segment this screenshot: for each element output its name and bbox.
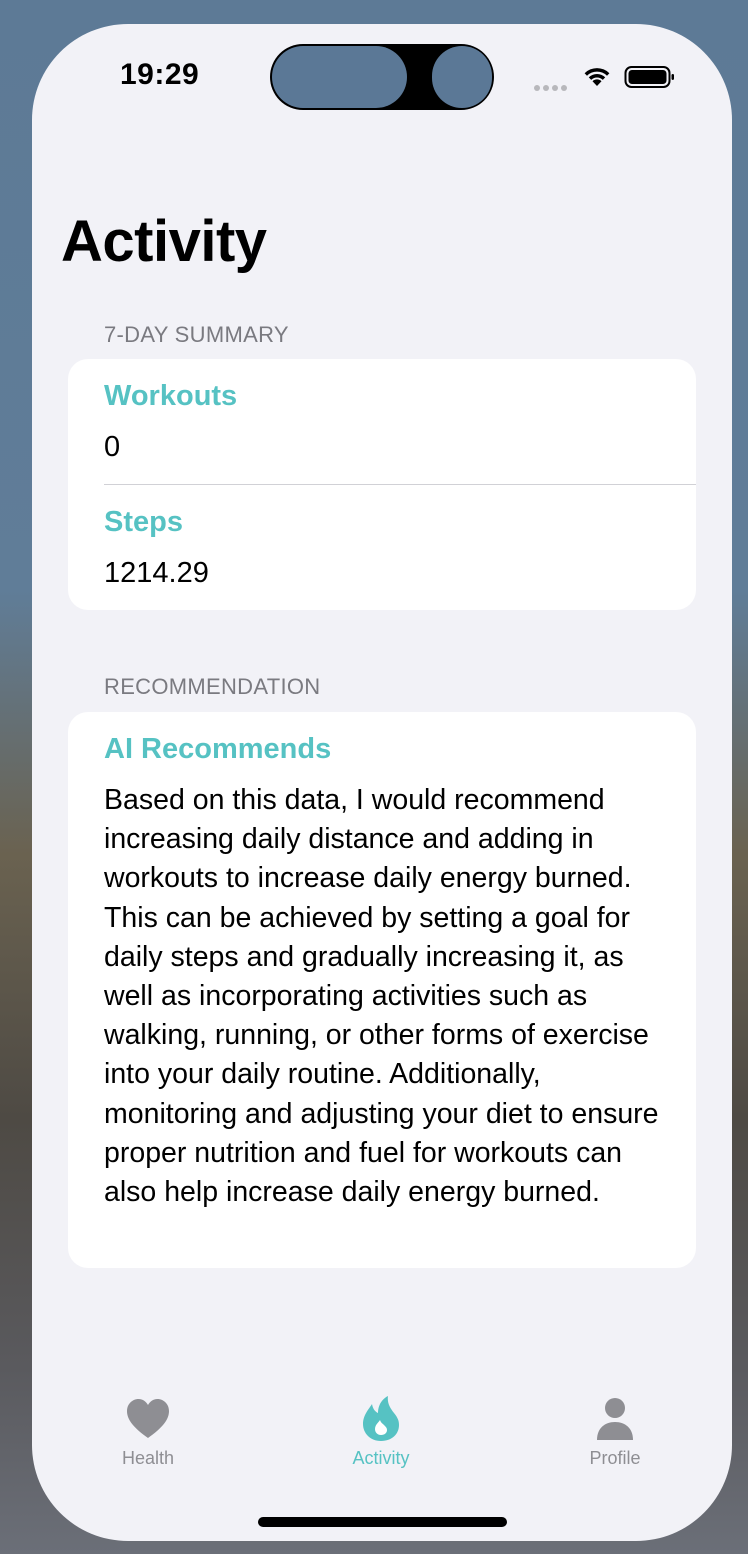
row-divider: [104, 484, 696, 485]
tab-health[interactable]: Health: [68, 1394, 228, 1469]
steps-label: Steps: [104, 506, 183, 538]
tab-bar: Health Activity Profile: [32, 1394, 732, 1484]
person-icon: [597, 1398, 633, 1440]
page-title: Activity: [61, 209, 267, 274]
steps-value: 1214.29: [104, 557, 209, 589]
flame-icon: [363, 1396, 399, 1441]
signal-dots-icon: [534, 78, 570, 96]
workouts-label: Workouts: [104, 380, 238, 412]
summary-card: Workouts 0 Steps 1214.29: [68, 359, 696, 610]
dynamic-island: [270, 44, 494, 110]
status-icons: [534, 64, 684, 91]
workouts-value: 0: [104, 431, 121, 463]
tab-profile[interactable]: Profile: [535, 1394, 695, 1469]
tab-activity-label: Activity: [352, 1448, 410, 1468]
recommendation-title: AI Recommends: [104, 733, 332, 765]
recommendation-text: Based on this data, I would recommend in…: [104, 784, 659, 1209]
phone-screen: 19:29 Activity 7-DAY SUMMARY Workouts 0 …: [32, 24, 732, 1541]
battery-icon: [624, 66, 674, 88]
tab-activity[interactable]: Activity: [301, 1394, 461, 1469]
recommendation-card: AI Recommends Based on this data, I woul…: [68, 712, 696, 1268]
summary-section-header: 7-DAY SUMMARY: [104, 322, 289, 347]
recommendation-section-header: RECOMMENDATION: [104, 674, 321, 699]
tab-profile-label: Profile: [589, 1448, 641, 1468]
heart-icon: [127, 1399, 169, 1438]
status-time: 19:29: [120, 58, 200, 91]
wifi-icon: [584, 68, 610, 86]
home-indicator[interactable]: [258, 1517, 507, 1527]
tab-health-label: Health: [121, 1448, 175, 1468]
